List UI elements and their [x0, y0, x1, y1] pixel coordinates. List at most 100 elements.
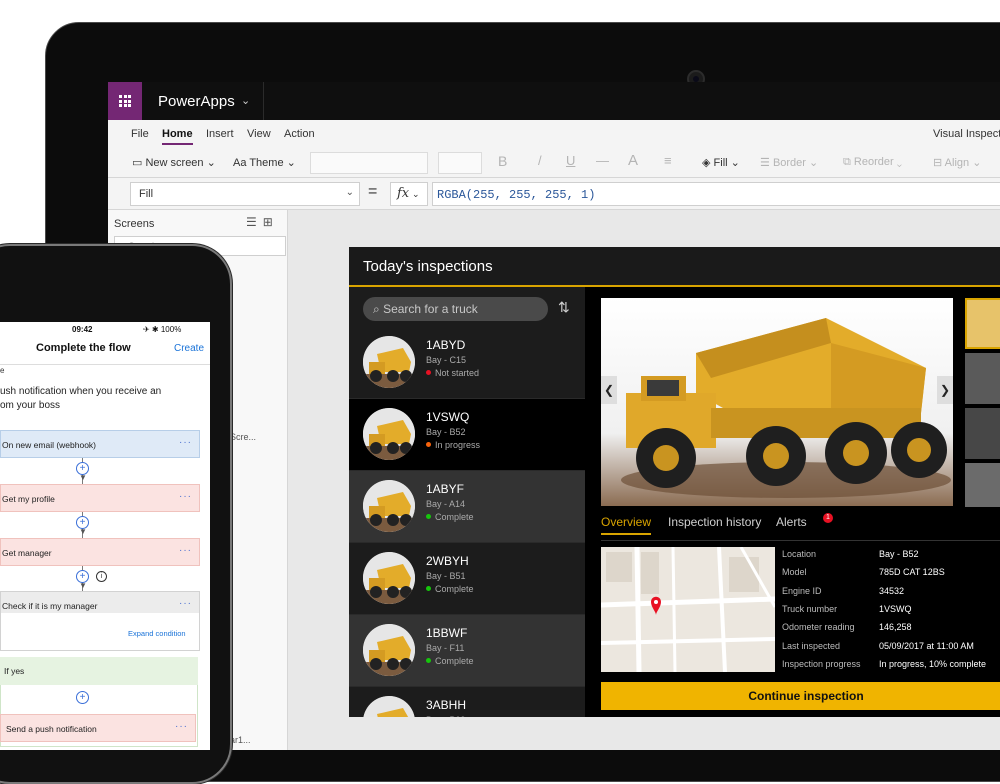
status-text: Complete [435, 656, 474, 666]
underline-button[interactable]: U [566, 153, 575, 168]
truck-status: Not started [426, 368, 479, 378]
template-label: e [0, 366, 5, 375]
menu-file[interactable]: File [131, 128, 149, 140]
description-line: om your boss [0, 400, 61, 411]
truck-row[interactable]: 1ABYD Bay - C15 Not started [349, 327, 585, 399]
function-button[interactable]: fx ⌄ [390, 182, 428, 206]
more-icon[interactable]: ··· [175, 721, 188, 732]
screen-icon: ▭ [132, 157, 143, 169]
font-color-button[interactable]: A [628, 152, 638, 169]
inspection-app-canvas: Today's inspections ⌕ Search for a truck… [349, 247, 1000, 717]
tab-overview[interactable]: Overview [601, 515, 652, 535]
alerts-badge: 1 [823, 513, 833, 523]
truck-search-input[interactable]: ⌕ Search for a truck [363, 297, 548, 321]
border-button[interactable]: ☰ Border ⌄ [760, 156, 818, 169]
status-text: In progress [435, 440, 481, 450]
info-label: Inspection progress [782, 658, 861, 669]
truck-row[interactable]: 1VSWQ Bay - B52 In progress [349, 399, 585, 471]
nav-divider [0, 364, 210, 365]
info-icon[interactable]: i [96, 571, 107, 582]
bold-button[interactable]: B [498, 153, 507, 169]
gallery-thumbnail[interactable] [965, 463, 1000, 507]
next-image-button[interactable]: ❯ [937, 376, 953, 404]
info-value: 1VSWQ [879, 603, 912, 614]
new-screen-button[interactable]: ▭ New screen ⌄ [132, 156, 216, 169]
info-value: 05/09/2017 at 11:00 AM [879, 640, 974, 651]
create-button[interactable]: Create [174, 343, 204, 354]
truck-id: 3ABHH [426, 698, 467, 712]
info-label: Location [782, 549, 817, 559]
gallery-thumbnail[interactable] [965, 353, 1000, 404]
map-image [601, 547, 775, 672]
font-family-dropdown[interactable] [310, 152, 428, 174]
tab-inspection-history[interactable]: Inspection history [668, 515, 761, 529]
truck-bay: Bay - A14 [426, 499, 466, 509]
step-label: Send a push notification [6, 724, 97, 734]
divider [263, 82, 264, 120]
flow-step[interactable]: Get manager ··· [0, 538, 200, 566]
flow-step[interactable]: Send a push notification ··· [0, 714, 196, 742]
flow-step[interactable]: Get my profile ··· [0, 484, 200, 512]
font-size-dropdown[interactable] [438, 152, 482, 174]
step-label: On new email (webhook) [2, 440, 97, 450]
app-name[interactable]: PowerApps [158, 93, 235, 110]
more-icon[interactable]: ··· [179, 437, 192, 448]
continue-inspection-button[interactable]: Continue inspection [601, 682, 1000, 710]
truck-row[interactable]: 1ABYF Bay - A14 Complete [349, 471, 585, 543]
sort-icon[interactable]: ⇅ [558, 299, 570, 316]
truck-row[interactable]: 1BBWF Bay - F11 Complete [349, 615, 585, 687]
info-label: Model [782, 567, 807, 578]
align-button[interactable]: ⊟ Align ⌄ [933, 156, 981, 169]
truck-thumbnail [363, 336, 415, 388]
previous-image-button[interactable]: ❮ [601, 376, 617, 404]
truck-row[interactable]: 3ABHH Bay - B09 [349, 687, 585, 717]
fill-button[interactable]: ◈ Fill ⌄ [702, 156, 740, 169]
info-value: In progress, 10% complete [879, 658, 987, 669]
status-icons: ✈ ✱ 100% [143, 325, 182, 334]
truck-row[interactable]: 2WBYH Bay - B51 Complete [349, 543, 585, 615]
reorder-label: Reorder [853, 156, 894, 168]
truck-bay: Bay - B51 [426, 571, 466, 581]
view-toggle-icons[interactable]: ☰⊞ [246, 215, 279, 229]
location-map[interactable] [601, 547, 775, 672]
strikethrough-button[interactable]: — [596, 153, 609, 168]
theme-label: Theme [249, 157, 284, 169]
status-dot [426, 586, 431, 591]
screen-item[interactable]: Scre... [230, 432, 256, 442]
theme-button[interactable]: Aa Theme ⌄ [233, 156, 296, 169]
flow-description: ush notification when you receive an om y… [0, 385, 190, 413]
menu-action[interactable]: Action [284, 128, 315, 140]
description-line: ush notification when you receive an [0, 386, 162, 397]
info-row: Odometer reading 146,258 [782, 622, 1000, 640]
italic-button[interactable]: / [538, 153, 542, 168]
text-align-button[interactable]: ≡ [664, 153, 672, 168]
theme-icon: Aa [233, 157, 247, 169]
truck-id: 1ABYF [426, 482, 465, 496]
gallery-thumbnail[interactable] [965, 408, 1000, 459]
info-label: Last inspected [782, 640, 841, 651]
screen-item[interactable]: ar1... [230, 735, 251, 745]
more-icon[interactable]: ··· [179, 598, 192, 609]
reorder-button[interactable]: ⧉ Reorder ⌄ [843, 156, 902, 169]
formula-input[interactable]: RGBA(255, 255, 255, 1) [432, 182, 1000, 206]
border-label: Border [772, 157, 806, 169]
status-text: Not started [435, 368, 480, 378]
menu-home[interactable]: Home [162, 128, 193, 145]
tab-alerts[interactable]: Alerts [776, 515, 807, 529]
menu-view[interactable]: View [247, 128, 271, 140]
flow-step[interactable]: On new email (webhook) ··· [0, 430, 200, 458]
chevron-down-icon[interactable]: ⌄ [241, 94, 250, 107]
property-dropdown[interactable]: Fill ⌄ [130, 182, 360, 206]
add-step-icon[interactable]: + [76, 691, 89, 704]
fx-icon: fx [397, 186, 410, 201]
equals-sign: = [368, 183, 378, 200]
gallery-thumbnail[interactable] [965, 298, 1000, 349]
app-launcher-button[interactable] [108, 82, 142, 120]
document-title: Visual Inspectio [933, 128, 1000, 140]
more-icon[interactable]: ··· [179, 545, 192, 556]
expand-condition-link[interactable]: Expand condition [128, 629, 186, 638]
search-placeholder: Search for a truck [383, 302, 478, 316]
info-row: Engine ID 34532 [782, 586, 1000, 604]
more-icon[interactable]: ··· [179, 491, 192, 502]
menu-insert[interactable]: Insert [206, 128, 234, 140]
